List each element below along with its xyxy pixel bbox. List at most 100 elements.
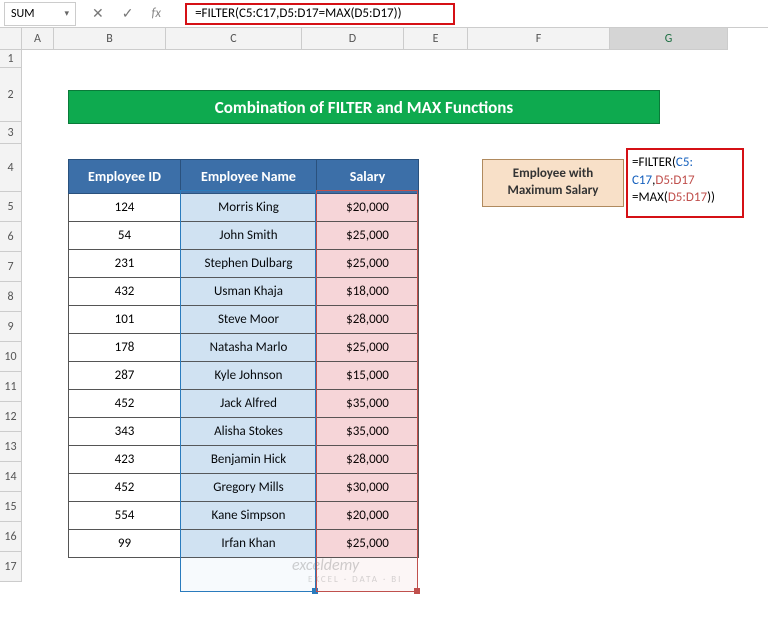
table-row: 99Irfan Khan$25,000 [69,530,419,558]
cell-name[interactable]: Irfan Khan [181,530,317,558]
cell-id[interactable]: 423 [69,446,181,474]
row-header-13[interactable]: 13 [0,432,22,462]
name-box-dropdown-icon[interactable]: ▾ [64,8,69,19]
row-header-3[interactable]: 3 [0,122,22,144]
header-id: Employee ID [69,160,181,194]
grid-header-row: ABCDEFG [0,28,768,50]
formula-part: =MAX( [632,190,668,205]
row-header-2[interactable]: 2 [0,68,22,122]
cell-id[interactable]: 452 [69,474,181,502]
cell-id[interactable]: 287 [69,362,181,390]
row-header-1[interactable]: 1 [0,50,22,68]
selection-handle-icon[interactable] [414,588,420,594]
header-salary: Salary [317,160,419,194]
cell-id[interactable]: 554 [69,502,181,530]
cell-id[interactable]: 452 [69,390,181,418]
employee-table: Employee ID Employee Name Salary 124Morr… [68,159,419,558]
cell-id[interactable]: 124 [69,194,181,222]
cell-salary[interactable]: $25,000 [317,222,419,250]
column-header-a[interactable]: A [22,28,54,50]
fx-icon[interactable]: fx [151,6,169,21]
header-name: Employee Name [181,160,317,194]
formula-part: =FILTER( [632,155,676,170]
column-header-e[interactable]: E [404,28,468,50]
row-header-15[interactable]: 15 [0,492,22,522]
row-header-5[interactable]: 5 [0,192,22,222]
table-row: 452Jack Alfred$35,000 [69,390,419,418]
watermark-subtitle: EXCEL · DATA · BI [308,574,402,585]
grid-body: 1234567891011121314151617 Combination of… [0,50,768,582]
column-header-b[interactable]: B [54,28,166,50]
formula-part: D5:D17 [655,173,694,188]
cell-salary[interactable]: $25,000 [317,250,419,278]
row-header-8[interactable]: 8 [0,282,22,312]
cell-id[interactable]: 178 [69,334,181,362]
namebox-bar: SUM ▾ ✕ ✓ fx =FILTER(C5:C17,D5:D17=MAX(D… [0,0,768,28]
cell-salary[interactable]: $25,000 [317,334,419,362]
cell-salary[interactable]: $25,000 [317,530,419,558]
table-row: 231Stephen Dulbarg$25,000 [69,250,419,278]
formula-bar-text: =FILTER(C5:C17,D5:D17=MAX(D5:D17)) [195,6,401,21]
row-header-11[interactable]: 11 [0,372,22,402]
column-header-g[interactable]: G [610,28,728,50]
cell-salary[interactable]: $20,000 [317,502,419,530]
cell-salary[interactable]: $20,000 [317,194,419,222]
cell-name[interactable]: Jack Alfred [181,390,317,418]
formula-bar-icons: ✕ ✓ fx [76,5,185,22]
cell-salary[interactable]: $35,000 [317,418,419,446]
cell-id[interactable]: 231 [69,250,181,278]
cancel-icon[interactable]: ✕ [92,5,104,22]
table-row: 178Natasha Marlo$25,000 [69,334,419,362]
cell-name[interactable]: John Smith [181,222,317,250]
watermark: exceldemy [292,556,359,575]
sheet-area[interactable]: Combination of FILTER and MAX Functions … [22,50,768,582]
cell-name[interactable]: Usman Khaja [181,278,317,306]
cell-salary[interactable]: $35,000 [317,390,419,418]
row-header-10[interactable]: 10 [0,342,22,372]
table-row: 101Steve Moor$28,000 [69,306,419,334]
cell-salary[interactable]: $28,000 [317,306,419,334]
column-header-c[interactable]: C [166,28,302,50]
select-all-corner[interactable] [0,28,22,50]
cell-id[interactable]: 54 [69,222,181,250]
name-box[interactable]: SUM ▾ [4,2,76,26]
confirm-icon[interactable]: ✓ [122,5,134,22]
row-headers: 1234567891011121314151617 [0,50,22,582]
row-header-17[interactable]: 17 [0,552,22,582]
row-header-12[interactable]: 12 [0,402,22,432]
cell-name[interactable]: Benjamin Hick [181,446,317,474]
cell-salary[interactable]: $18,000 [317,278,419,306]
cell-salary[interactable]: $15,000 [317,362,419,390]
selection-handle-icon[interactable] [312,588,318,594]
active-cell-g4[interactable]: =FILTER(C5: C17,D5:D17 =MAX(D5:D17)) [626,148,744,218]
cell-name[interactable]: Kane Simpson [181,502,317,530]
row-header-6[interactable]: 6 [0,222,22,252]
title-banner: Combination of FILTER and MAX Functions [68,90,660,124]
result-label-line1: Employee with [513,166,593,183]
cell-name[interactable]: Gregory Mills [181,474,317,502]
table-row: 124Morris King$20,000 [69,194,419,222]
cell-name[interactable]: Steve Moor [181,306,317,334]
formula-part: C5: [676,155,693,170]
cell-name[interactable]: Kyle Johnson [181,362,317,390]
cell-id[interactable]: 432 [69,278,181,306]
table-row: 452Gregory Mills$30,000 [69,474,419,502]
cell-id[interactable]: 99 [69,530,181,558]
cell-salary[interactable]: $30,000 [317,474,419,502]
row-header-9[interactable]: 9 [0,312,22,342]
result-label-line2: Maximum Salary [508,183,599,200]
cell-name[interactable]: Alisha Stokes [181,418,317,446]
cell-name[interactable]: Stephen Dulbarg [181,250,317,278]
cell-salary[interactable]: $28,000 [317,446,419,474]
cell-name[interactable]: Morris King [181,194,317,222]
column-header-d[interactable]: D [302,28,404,50]
cell-id[interactable]: 101 [69,306,181,334]
row-header-16[interactable]: 16 [0,522,22,552]
row-header-4[interactable]: 4 [0,144,22,192]
cell-name[interactable]: Natasha Marlo [181,334,317,362]
row-header-7[interactable]: 7 [0,252,22,282]
column-header-f[interactable]: F [468,28,610,50]
cell-id[interactable]: 343 [69,418,181,446]
formula-bar[interactable]: =FILTER(C5:C17,D5:D17=MAX(D5:D17)) [185,3,455,25]
row-header-14[interactable]: 14 [0,462,22,492]
